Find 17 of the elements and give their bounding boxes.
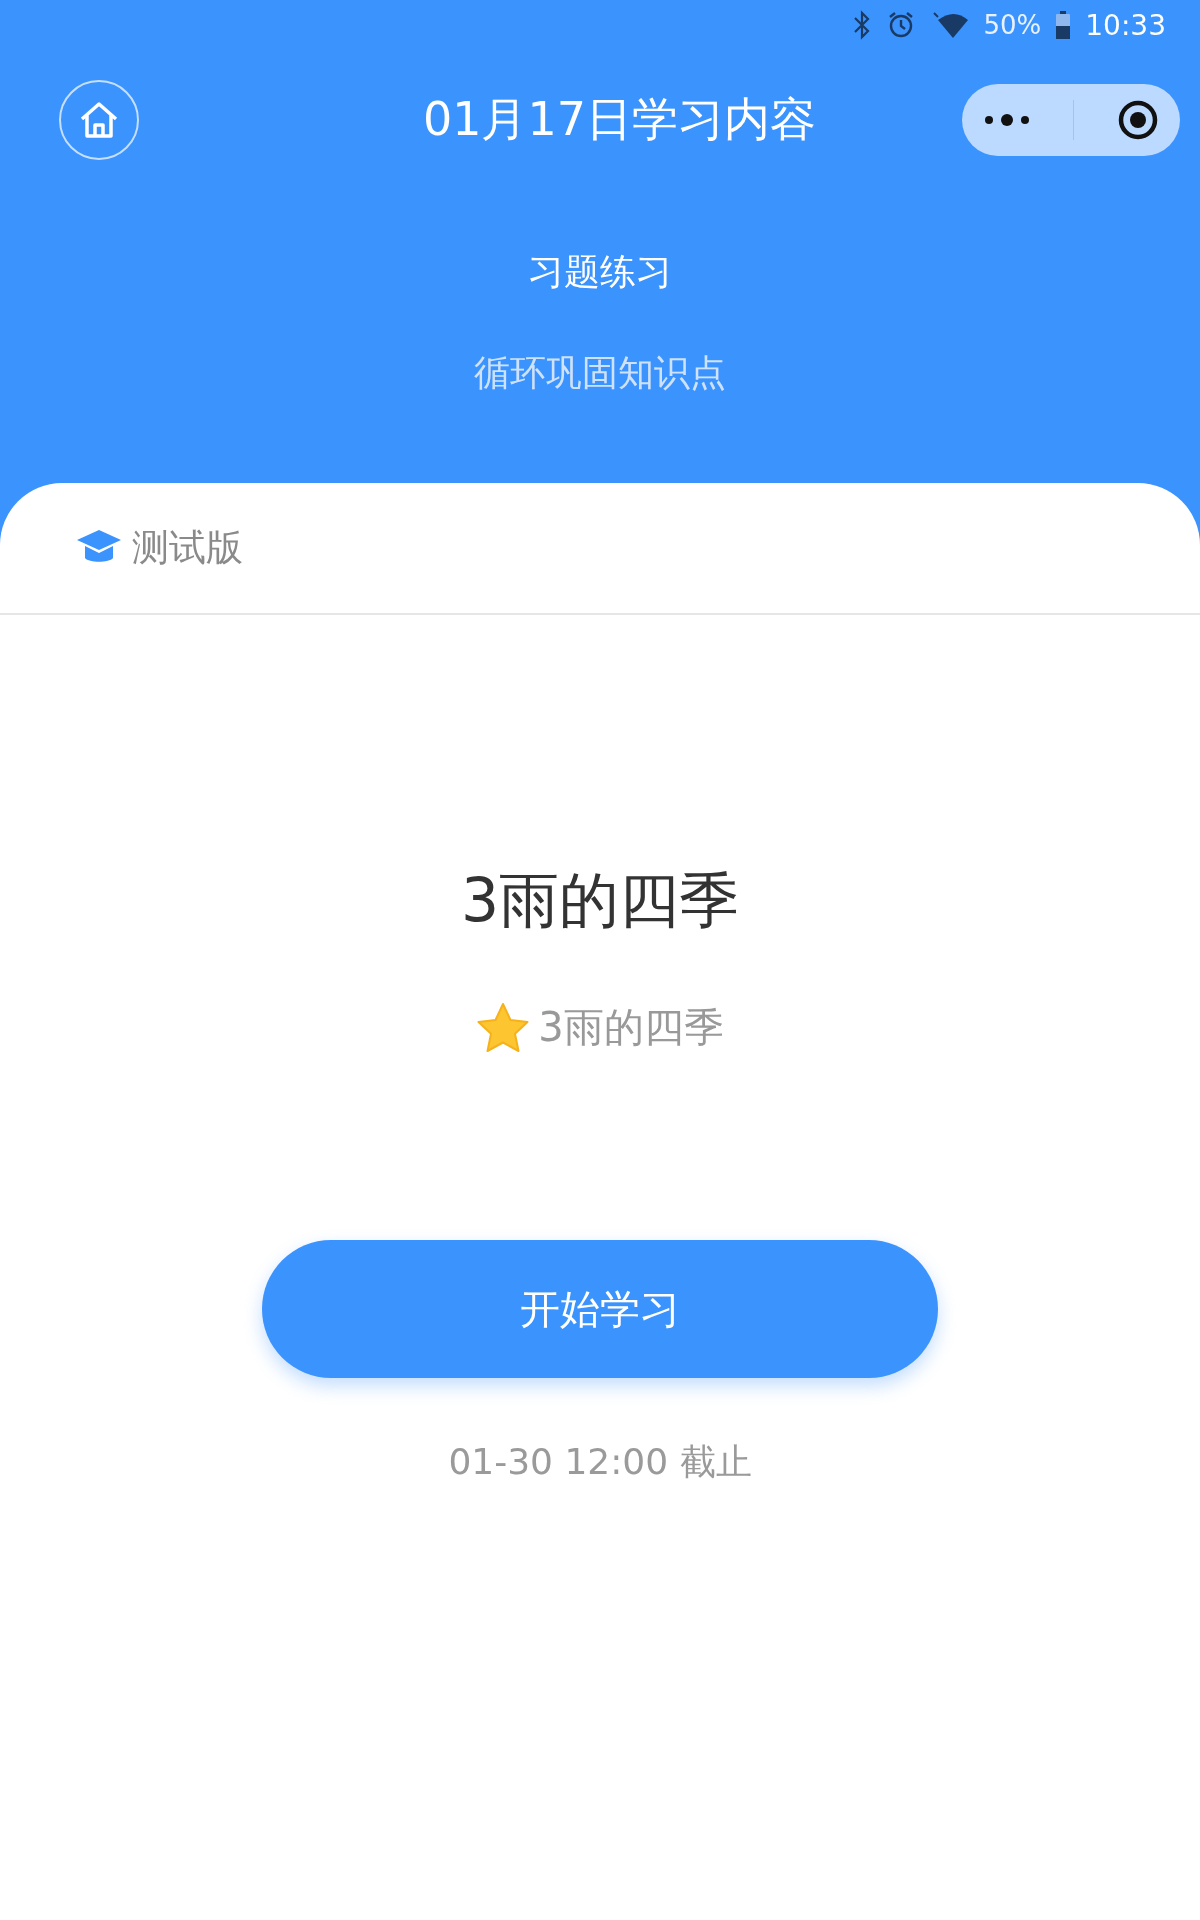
home-icon	[78, 100, 120, 140]
clock-time: 10:33	[1085, 8, 1166, 42]
section-title: 习题练习	[528, 250, 672, 294]
lesson-title: 3雨的四季	[460, 864, 740, 937]
deadline-text: 01-30 12:00 截止	[448, 1440, 752, 1484]
home-button[interactable]	[59, 80, 139, 160]
lesson-tag: 3雨的四季	[538, 1000, 724, 1055]
version-label: 测试版	[132, 525, 243, 571]
bluetooth-icon	[851, 10, 872, 40]
more-icon[interactable]	[983, 114, 1030, 126]
battery-percent: 50%	[983, 10, 1042, 40]
page-title: 01月17日学习内容	[422, 91, 817, 148]
start-button[interactable]: 开始学习	[262, 1240, 938, 1378]
close-icon[interactable]	[1116, 99, 1159, 141]
star-icon	[476, 1001, 531, 1054]
battery-icon	[1055, 11, 1072, 39]
section-subtitle: 循环巩固知识点	[474, 351, 726, 395]
